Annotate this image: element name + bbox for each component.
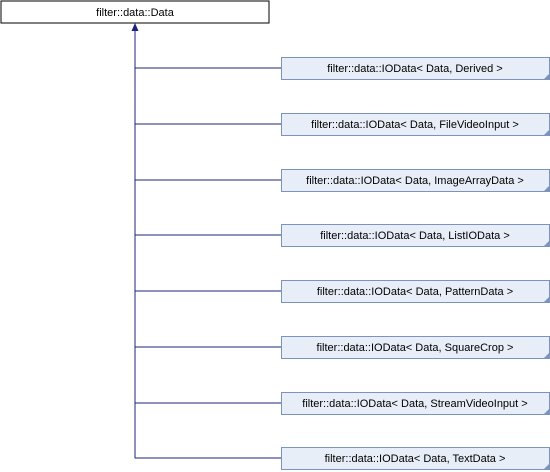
derived-class-label: filter::data::IOData< Data, FileVideoInp… <box>311 119 519 131</box>
derived-classes: filter::data::IOData< Data, Derived >fil… <box>281 57 550 470</box>
inheritance-diagram: filter::data::Data filter::data::IOData<… <box>0 0 550 470</box>
base-class-node[interactable]: filter::data::Data <box>0 0 270 24</box>
derived-class-node[interactable]: filter::data::IOData< Data, StreamVideoI… <box>281 392 550 415</box>
base-class-label: filter::data::Data <box>96 7 175 19</box>
derived-class-label: filter::data::IOData< Data, Derived > <box>327 63 502 75</box>
derived-class-label: filter::data::IOData< Data, StreamVideoI… <box>302 398 527 410</box>
inheritance-edges <box>131 23 281 459</box>
derived-class-node[interactable]: filter::data::IOData< Data, ImageArrayDa… <box>281 169 550 192</box>
derived-class-node[interactable]: filter::data::IOData< Data, PatternData … <box>281 280 550 303</box>
derived-class-node[interactable]: filter::data::IOData< Data, FileVideoInp… <box>281 113 550 136</box>
derived-class-label: filter::data::IOData< Data, SquareCrop > <box>317 342 514 354</box>
derived-class-node[interactable]: filter::data::IOData< Data, SquareCrop > <box>281 336 550 359</box>
inheritance-arrowhead <box>131 23 139 31</box>
derived-class-label: filter::data::IOData< Data, TextData > <box>325 453 506 465</box>
derived-class-label: filter::data::IOData< Data, PatternData … <box>317 286 513 298</box>
derived-class-node[interactable]: filter::data::IOData< Data, TextData > <box>281 447 550 470</box>
derived-class-label: filter::data::IOData< Data, ImageArrayDa… <box>306 175 524 187</box>
derived-class-node[interactable]: filter::data::IOData< Data, Derived > <box>281 57 550 80</box>
derived-class-label: filter::data::IOData< Data, ListIOData > <box>320 230 510 242</box>
derived-class-node[interactable]: filter::data::IOData< Data, ListIOData > <box>281 224 550 247</box>
